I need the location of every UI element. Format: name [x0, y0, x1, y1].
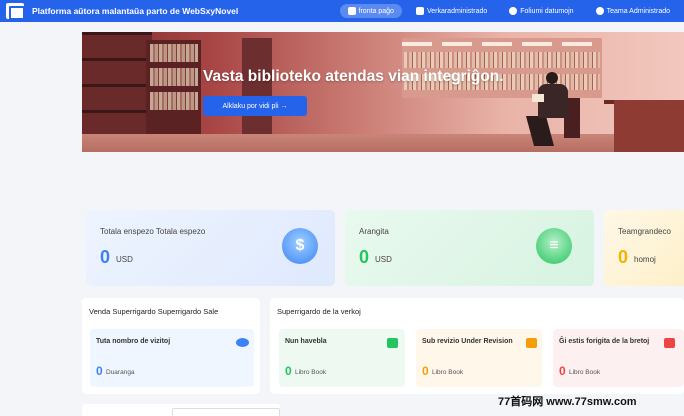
- works-under-review-card[interactable]: Sub revizio Under Revision 0 Libro Book: [416, 329, 542, 387]
- income-unit: USD: [116, 255, 133, 264]
- team-size-card: Teamgrandeco 0 homoj: [604, 210, 684, 286]
- settled-unit: USD: [375, 255, 392, 264]
- filter-input[interactable]: [172, 408, 280, 416]
- book-available-icon: [387, 338, 398, 348]
- visits-value: 0: [96, 364, 103, 378]
- works-under-review-value: 0: [422, 364, 429, 378]
- nav-team-admin[interactable]: Teama Administrado: [588, 4, 678, 18]
- eye-icon[interactable]: [236, 338, 249, 347]
- books-illustration: [150, 68, 198, 86]
- works-under-review-title: Sub revizio Under Revision: [422, 338, 513, 345]
- settled-card: Arangita 0 USD ≡: [345, 210, 594, 286]
- book-icon: [415, 7, 424, 15]
- nav-browse-data-label: Foliumi datumojn: [520, 7, 574, 15]
- app-title: Platforma aŭtora malantaŭa parto de WebS…: [32, 6, 239, 16]
- team-size-label: Teamgrandeco: [618, 227, 671, 236]
- visits-unit: Duaranga: [106, 369, 135, 376]
- works-removed-card[interactable]: Ĝi estis forigita de la bretoj 0 Libro B…: [553, 329, 684, 387]
- books-illustration: [150, 44, 198, 62]
- works-overview-panel: Superrigardo de la verkoj Nun havebla 0 …: [270, 298, 684, 394]
- nav-home-label: fronta paĝo: [358, 7, 394, 15]
- money-icon: $: [282, 228, 318, 264]
- nav-team-admin-label: Teama Administrado: [606, 7, 670, 15]
- team-size-value: 0: [618, 247, 629, 267]
- floor-illustration: [82, 134, 684, 152]
- works-overview-title: Superrigardo de la verkoj: [277, 307, 361, 316]
- income-card: Totala enspezo Totala espezo 0 USD $: [86, 210, 335, 286]
- main-nav: fronta paĝo Verkaradministrado Foliumi d…: [339, 0, 678, 22]
- books-illustration: [404, 52, 600, 68]
- team-size-unit: homoj: [634, 255, 656, 264]
- watermark-text: 77首码网 www.77smw.com: [498, 396, 637, 408]
- logo-icon[interactable]: [6, 3, 25, 20]
- visits-title: Tuta nombro de vizitoj: [96, 338, 171, 345]
- income-value: 0: [100, 247, 111, 267]
- settled-label: Arangita: [359, 227, 389, 236]
- reader-illustration: [546, 72, 558, 84]
- hero-banner: Vasta biblioteko atendas vian integriĝon…: [82, 32, 684, 152]
- nav-works-admin[interactable]: Verkaradministrado: [408, 4, 495, 18]
- works-under-review-unit: Libro Book: [432, 369, 464, 376]
- works-available-value: 0: [285, 364, 292, 378]
- open-book-illustration: [532, 94, 544, 102]
- works-available-card[interactable]: Nun havebla 0 Libro Book: [279, 329, 405, 387]
- sales-overview-title: Venda Superrigardo Superrigardo Sale: [89, 307, 219, 316]
- table-illustration: [614, 100, 684, 152]
- works-available-unit: Libro Book: [295, 369, 327, 376]
- view-more-button[interactable]: Alklaku por vidi pli →: [203, 96, 307, 116]
- coins-icon: ≡: [536, 228, 572, 264]
- team-icon: [595, 7, 604, 15]
- works-removed-title: Ĝi estis forigita de la bretoj: [559, 338, 650, 345]
- removed-icon: [664, 338, 675, 348]
- books-illustration: [150, 92, 198, 110]
- review-icon: [526, 338, 537, 348]
- visits-card: Tuta nombro de vizitoj 0 Duaranga: [90, 329, 254, 387]
- chart-icon: [509, 7, 518, 15]
- banner-title: Vasta biblioteko atendas vian integriĝon…: [203, 68, 504, 85]
- settled-value: 0: [359, 247, 370, 267]
- lights-illustration: [402, 42, 602, 46]
- works-removed-value: 0: [559, 364, 566, 378]
- home-icon: [347, 7, 356, 15]
- sales-overview-panel: Venda Superrigardo Superrigardo Sale Tut…: [82, 298, 260, 394]
- nav-browse-data[interactable]: Foliumi datumojn: [501, 4, 581, 18]
- works-removed-unit: Libro Book: [569, 369, 601, 376]
- top-navbar: Platforma aŭtora malantaŭa parto de WebS…: [0, 0, 684, 22]
- nav-works-admin-label: Verkaradministrado: [426, 7, 488, 15]
- income-label: Totala enspezo Totala espezo: [100, 227, 206, 236]
- nav-home[interactable]: fronta paĝo: [339, 4, 402, 18]
- works-available-title: Nun havebla: [285, 338, 327, 345]
